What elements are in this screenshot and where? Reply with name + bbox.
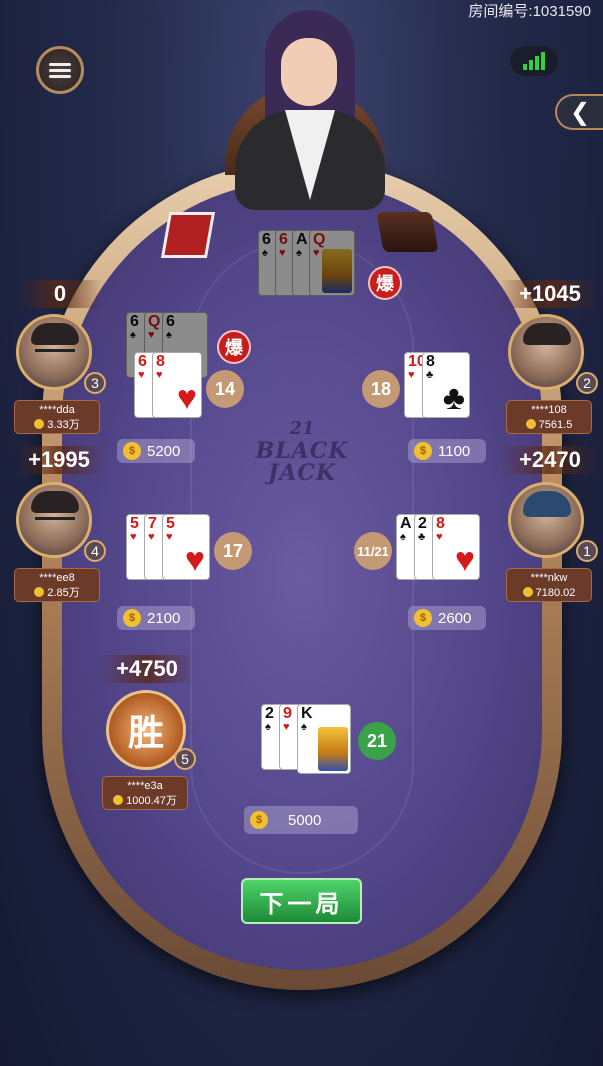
coin-icon [34, 419, 45, 429]
room-id: 房间编号:1031590 [468, 3, 591, 20]
p5-balance: 1000.47万 [126, 795, 177, 807]
p3-name: ****dda [39, 404, 75, 416]
coin-icon [522, 587, 533, 597]
dealer-avatar [215, 10, 395, 210]
dealer-bust-badge: 爆 [368, 266, 402, 300]
p4-name: ****ee8 [39, 572, 75, 584]
next-round-button[interactable]: 下一局 [241, 878, 362, 924]
p3-bet: $5200 [117, 439, 195, 463]
p4-score: 17 [214, 532, 252, 570]
p1-bet: $2600 [408, 606, 486, 630]
p1-score: 11/21 [354, 532, 392, 570]
p2-seat-number: 2 [576, 372, 598, 394]
menu-button[interactable] [36, 46, 84, 94]
coin-icon: $ [123, 609, 141, 627]
p4-bet: $2100 [117, 606, 195, 630]
p1-gain: +2470 [500, 446, 600, 474]
coin-icon: $ [414, 442, 432, 460]
p4-namebox: ****ee8 2.85万 [14, 568, 100, 602]
p1-name: ****nkw [530, 572, 568, 584]
my-bet: $5000 [244, 806, 358, 834]
coin-icon [113, 795, 124, 805]
coin-icon: $ [250, 811, 268, 829]
p4-seat-number: 4 [84, 540, 106, 562]
p3-avatar[interactable] [16, 314, 92, 390]
p1-avatar[interactable] [508, 482, 584, 558]
p5-gain: +4750 [100, 655, 194, 683]
p2-bet: $1100 [408, 439, 486, 463]
p3-bust-badge: 爆 [217, 330, 251, 364]
p2-avatar[interactable] [508, 314, 584, 390]
p3-balance: 3.33万 [47, 419, 80, 431]
card: 5 ♥ ♥ [162, 514, 210, 580]
back-button[interactable]: ❮ [555, 94, 603, 130]
p3-namebox: ****dda 3.33万 [14, 400, 100, 434]
coin-icon: $ [123, 442, 141, 460]
p2-name: ****108 [531, 404, 567, 416]
p3-seat-number: 3 [84, 372, 106, 394]
p5-name: ****e3a [127, 780, 163, 792]
card-deck [160, 212, 216, 258]
blackjack-logo: 21 BLACK JACK [255, 418, 349, 486]
p1-balance: 7180.02 [535, 587, 576, 599]
p2-gain: +1045 [500, 280, 600, 308]
card: 8 ♥ ♥ [432, 514, 480, 580]
p5-namebox: ****e3a 1000.47万 [102, 776, 188, 810]
p1-namebox: ****nkw 7180.02 [506, 568, 592, 602]
p1-seat-number: 1 [576, 540, 598, 562]
signal-icon [510, 46, 558, 76]
p4-gain: +1995 [14, 446, 104, 474]
card: Q ♥ [309, 230, 355, 296]
p5-seat-number: 5 [174, 748, 196, 770]
p2-namebox: ****108 7561.5 [506, 400, 592, 434]
p4-balance: 2.85万 [47, 587, 80, 599]
back-arrow-icon: ❮ [569, 98, 591, 126]
card-shoe [376, 212, 439, 252]
p2-score: 18 [362, 370, 400, 408]
p3-score: 14 [206, 370, 244, 408]
p4-avatar[interactable] [16, 482, 92, 558]
card: 8 ♥ ♥ [152, 352, 202, 418]
card: K ♠ [297, 704, 351, 774]
menu-icon [49, 60, 71, 81]
coin-icon: $ [414, 609, 432, 627]
my-score: 21 [358, 722, 396, 760]
p3-gain: 0 [18, 280, 102, 308]
coin-icon [34, 587, 45, 597]
card: 8 ♣ ♣ [422, 352, 470, 418]
coin-icon [525, 419, 536, 429]
p2-balance: 7561.5 [538, 419, 573, 431]
